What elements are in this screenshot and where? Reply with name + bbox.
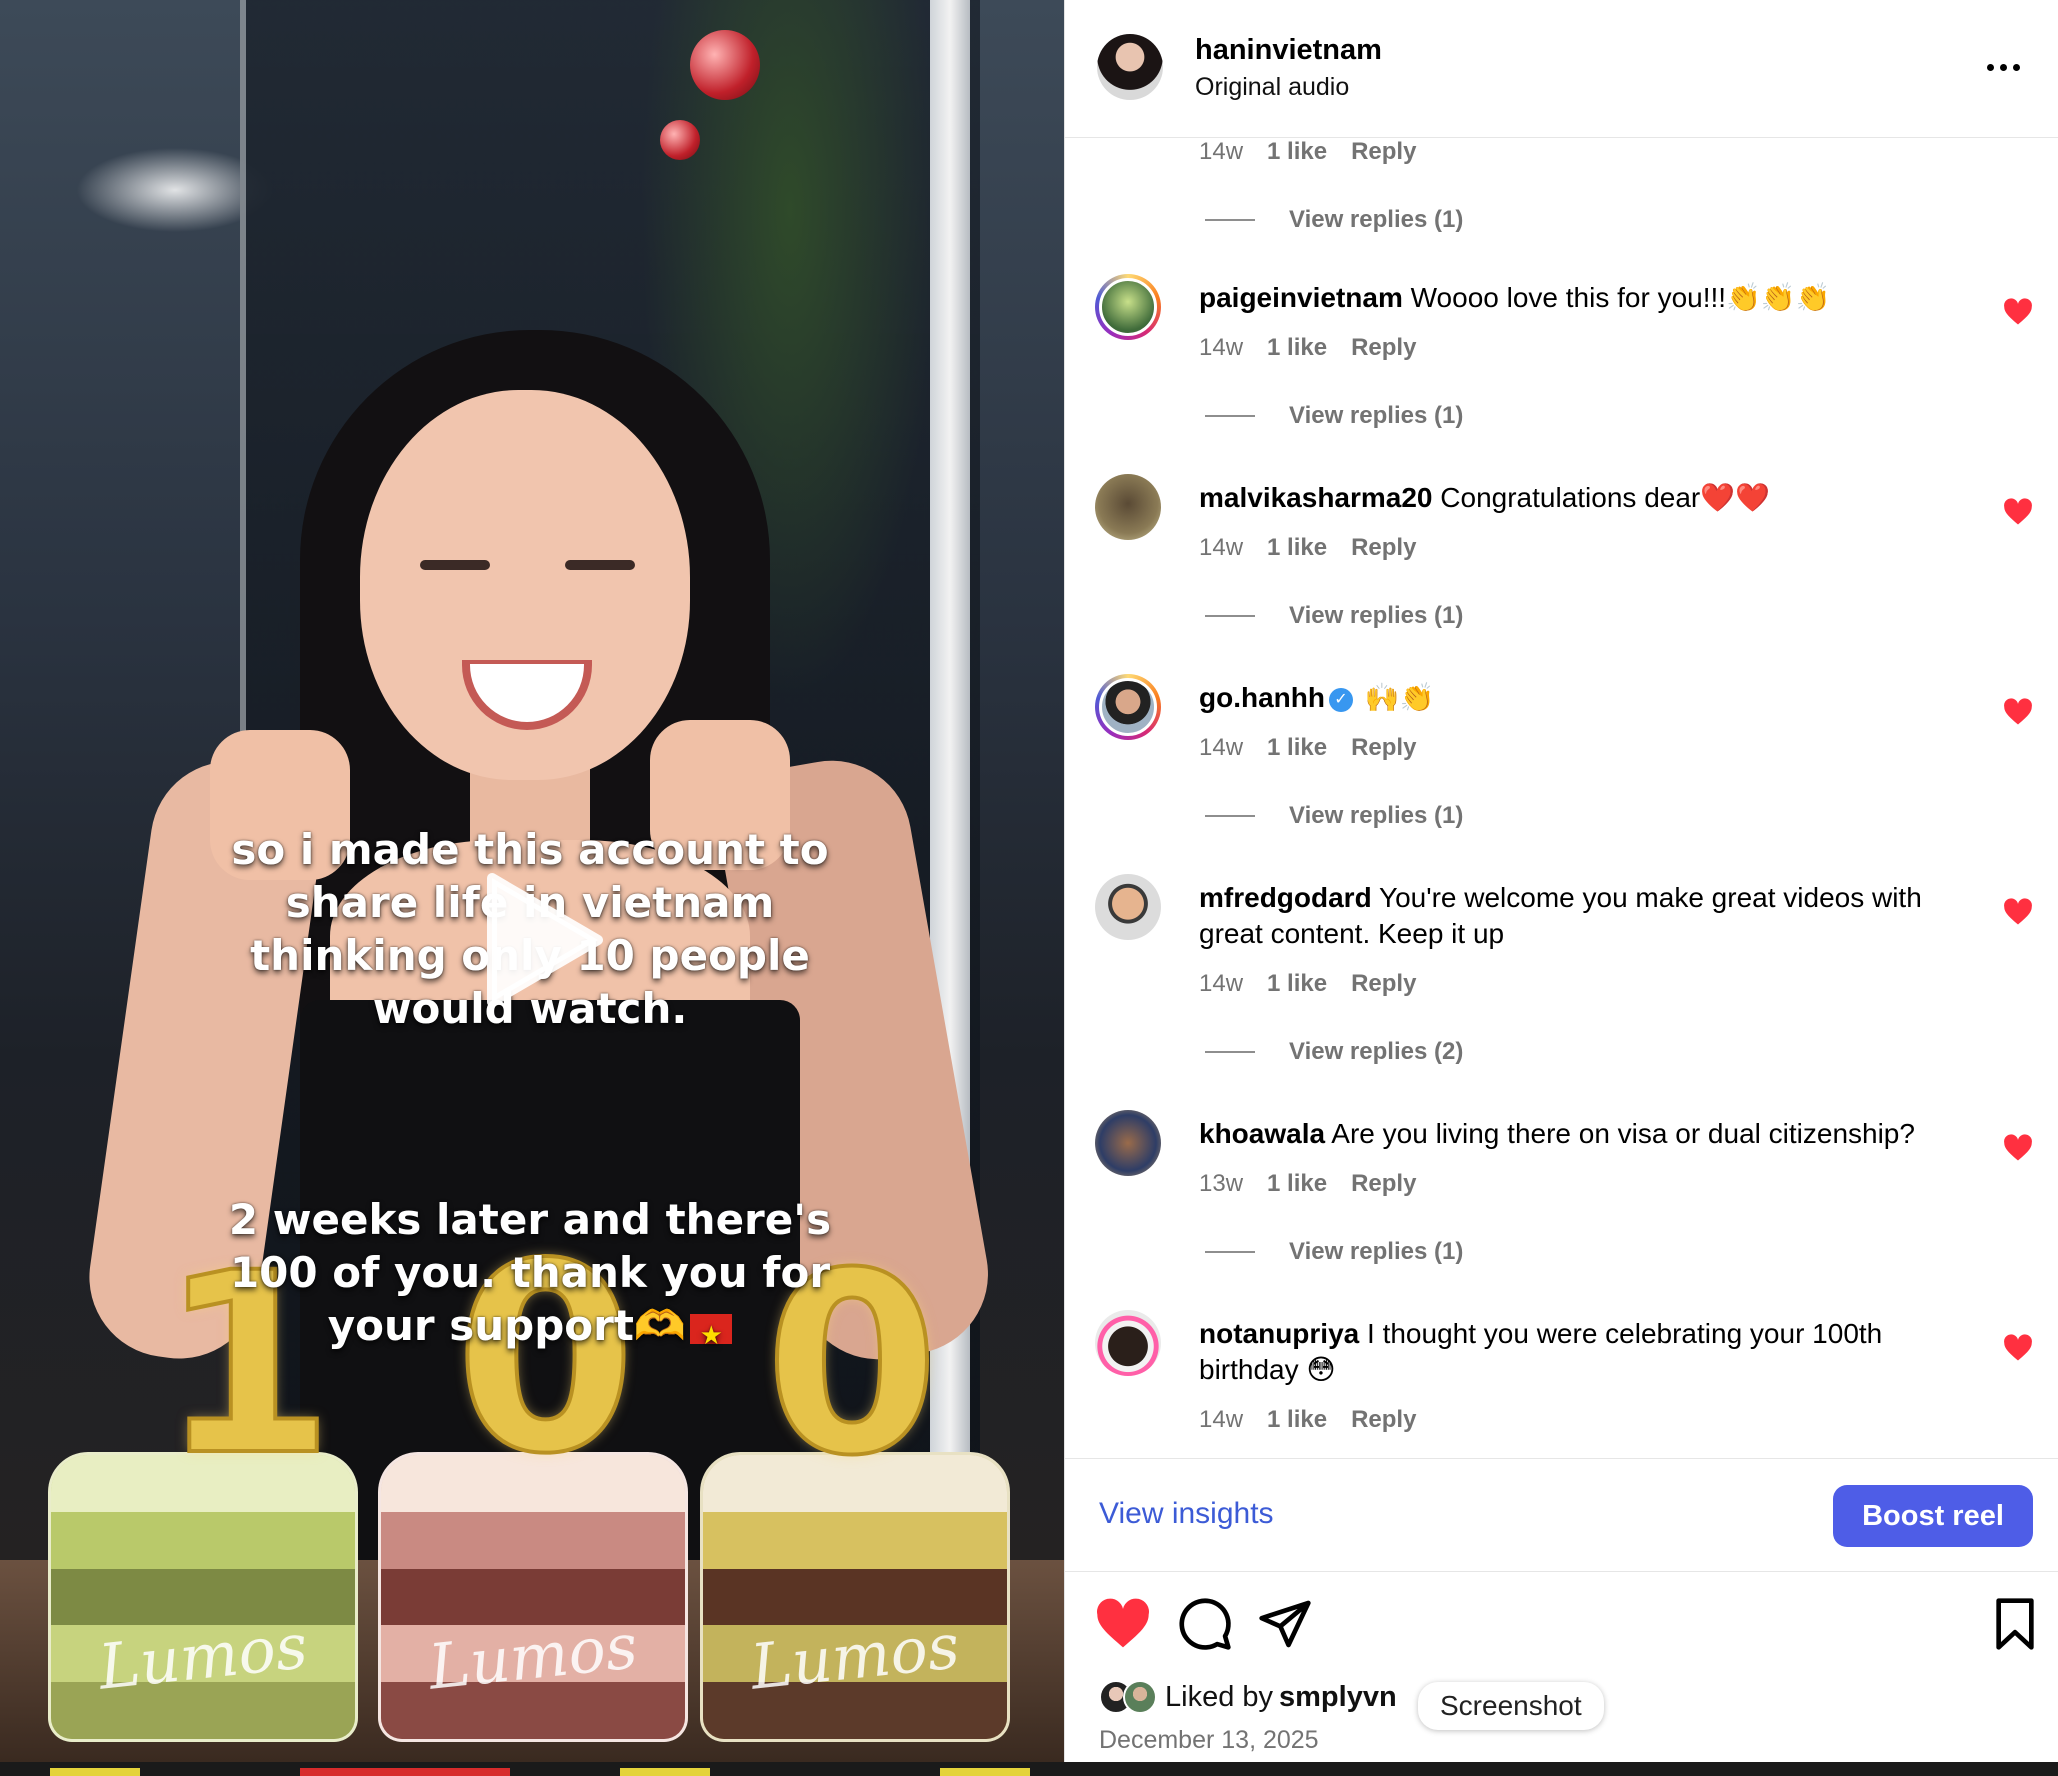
- comments-panel: haninvietnam Original audio 14w 1 like R…: [1064, 0, 2058, 1762]
- avatar[interactable]: [1123, 1680, 1157, 1714]
- reply-button[interactable]: Reply: [1351, 138, 1416, 166]
- verified-badge-icon: ✓: [1328, 687, 1353, 712]
- avatar[interactable]: [1095, 474, 1161, 540]
- liked-by-username[interactable]: smplyvn: [1279, 1681, 1397, 1714]
- comment-time: 13w: [1199, 1170, 1244, 1197]
- post-header: haninvietnam Original audio: [1065, 0, 2058, 138]
- person-eye: [420, 560, 490, 570]
- comment-meta: 14w 1 like Reply: [1199, 1406, 1416, 1434]
- view-replies-button[interactable]: View replies (1): [1205, 402, 1463, 430]
- like-heart-icon[interactable]: [1095, 1596, 1151, 1652]
- reply-button[interactable]: Reply: [1351, 1406, 1416, 1434]
- ornament: [690, 30, 760, 100]
- reply-button[interactable]: Reply: [1351, 534, 1416, 562]
- hands-heart-emoji: 🫶: [633, 1301, 687, 1350]
- comment-time: 14w: [1199, 970, 1244, 997]
- avatar[interactable]: [1095, 874, 1161, 940]
- like-heart-icon[interactable]: [2003, 1334, 2033, 1362]
- play-icon[interactable]: [470, 870, 610, 1010]
- boost-reel-button[interactable]: Boost reel: [1833, 1485, 2033, 1547]
- caption-second: 2 weeks later and there's 100 of you. th…: [228, 1195, 832, 1350]
- post-actions: [1065, 1596, 2058, 1656]
- comment-time: 14w: [1199, 534, 1244, 561]
- comment-likes[interactable]: 1 like: [1267, 334, 1327, 362]
- avatar[interactable]: [1095, 1110, 1161, 1176]
- avatar[interactable]: [1095, 274, 1161, 340]
- comment-username[interactable]: malvikasharma20: [1199, 482, 1433, 513]
- comment-icon[interactable]: [1177, 1596, 1233, 1652]
- comment-meta: 14w 1 like Reply: [1199, 734, 1416, 762]
- comment-username[interactable]: go.hanhh: [1199, 682, 1325, 713]
- like-heart-icon[interactable]: [2003, 298, 2033, 326]
- screenshot-tooltip: Screenshot: [1418, 1682, 1604, 1730]
- comment-time: 14w: [1199, 734, 1244, 761]
- more-options-icon[interactable]: [1973, 42, 2033, 92]
- comment-text: Are you living there on visa or dual cit…: [1331, 1118, 1915, 1149]
- like-heart-icon[interactable]: [2003, 898, 2033, 926]
- comment-meta: 14w 1 like Reply: [1199, 534, 1416, 562]
- share-icon[interactable]: [1257, 1596, 1313, 1652]
- comment-username[interactable]: khoawala: [1199, 1118, 1325, 1149]
- comment-list[interactable]: 14w 1 like Reply View replies (1) paigei…: [1065, 138, 2058, 1458]
- post-date: December 13, 2025: [1099, 1726, 1319, 1754]
- comment-meta: 14w 1 like Reply: [1199, 138, 1416, 166]
- avatar[interactable]: [1095, 1310, 1161, 1376]
- comment-time: 14w: [1199, 1406, 1244, 1433]
- avatar[interactable]: [1097, 34, 1163, 100]
- owner-actions: View insights Boost reel: [1065, 1458, 2058, 1572]
- comment-username[interactable]: paigeinvietnam: [1199, 282, 1403, 313]
- comment-username[interactable]: mfredgodard: [1199, 882, 1372, 913]
- video-caption: so i made this account to share life in …: [150, 770, 910, 1405]
- audio-link[interactable]: Original audio: [1195, 73, 1349, 102]
- comment-username[interactable]: notanupriya: [1199, 1318, 1359, 1349]
- comment-time: 14w: [1199, 334, 1244, 361]
- comment-likes[interactable]: 1 like: [1267, 734, 1327, 762]
- liked-by: Liked by smplyvn: [1099, 1680, 1397, 1714]
- comment-likes[interactable]: 1 like: [1267, 534, 1327, 562]
- comment-likes[interactable]: 1 like: [1267, 970, 1327, 998]
- avatar[interactable]: [1095, 674, 1161, 740]
- like-heart-icon[interactable]: [2003, 1134, 2033, 1162]
- comment-meta: 13w 1 like Reply: [1199, 1170, 1416, 1198]
- like-heart-icon[interactable]: [2003, 698, 2033, 726]
- comment-time: 14w: [1199, 138, 1244, 165]
- ornament: [660, 120, 700, 160]
- bottom-strip: [0, 1762, 2058, 1776]
- comment-meta: 14w 1 like Reply: [1199, 334, 1416, 362]
- reply-button[interactable]: Reply: [1351, 334, 1416, 362]
- view-replies-button[interactable]: View replies (1): [1205, 1238, 1463, 1266]
- liked-by-prefix: Liked by: [1165, 1680, 1274, 1713]
- reply-button[interactable]: Reply: [1351, 970, 1416, 998]
- reply-button[interactable]: Reply: [1351, 1170, 1416, 1198]
- post-username[interactable]: haninvietnam: [1195, 34, 1382, 67]
- comment-text: 🙌👏: [1364, 682, 1435, 713]
- reel-video[interactable]: Lumos Lumos Lumos 1 0 0 so i made this a…: [0, 0, 1064, 1762]
- view-replies-button[interactable]: View replies (1): [1205, 206, 1463, 234]
- comment-text: Woooo love this for you!!!👏👏👏: [1410, 282, 1831, 313]
- view-insights-link[interactable]: View insights: [1099, 1497, 1274, 1531]
- view-replies-button[interactable]: View replies (1): [1205, 802, 1463, 830]
- comment-text: Congratulations dear❤️❤️: [1440, 482, 1770, 513]
- vietnam-flag-icon: [690, 1310, 733, 1363]
- comment-meta: 14w 1 like Reply: [1199, 970, 1416, 998]
- like-heart-icon[interactable]: [2003, 498, 2033, 526]
- view-replies-button[interactable]: View replies (2): [1205, 1038, 1463, 1066]
- person-eye: [565, 560, 635, 570]
- comment-likes[interactable]: 1 like: [1267, 1406, 1327, 1434]
- comment-likes[interactable]: 1 like: [1267, 138, 1327, 166]
- comment-likes[interactable]: 1 like: [1267, 1170, 1327, 1198]
- view-replies-button[interactable]: View replies (1): [1205, 602, 1463, 630]
- reply-button[interactable]: Reply: [1351, 734, 1416, 762]
- bookmark-icon[interactable]: [1987, 1596, 2043, 1652]
